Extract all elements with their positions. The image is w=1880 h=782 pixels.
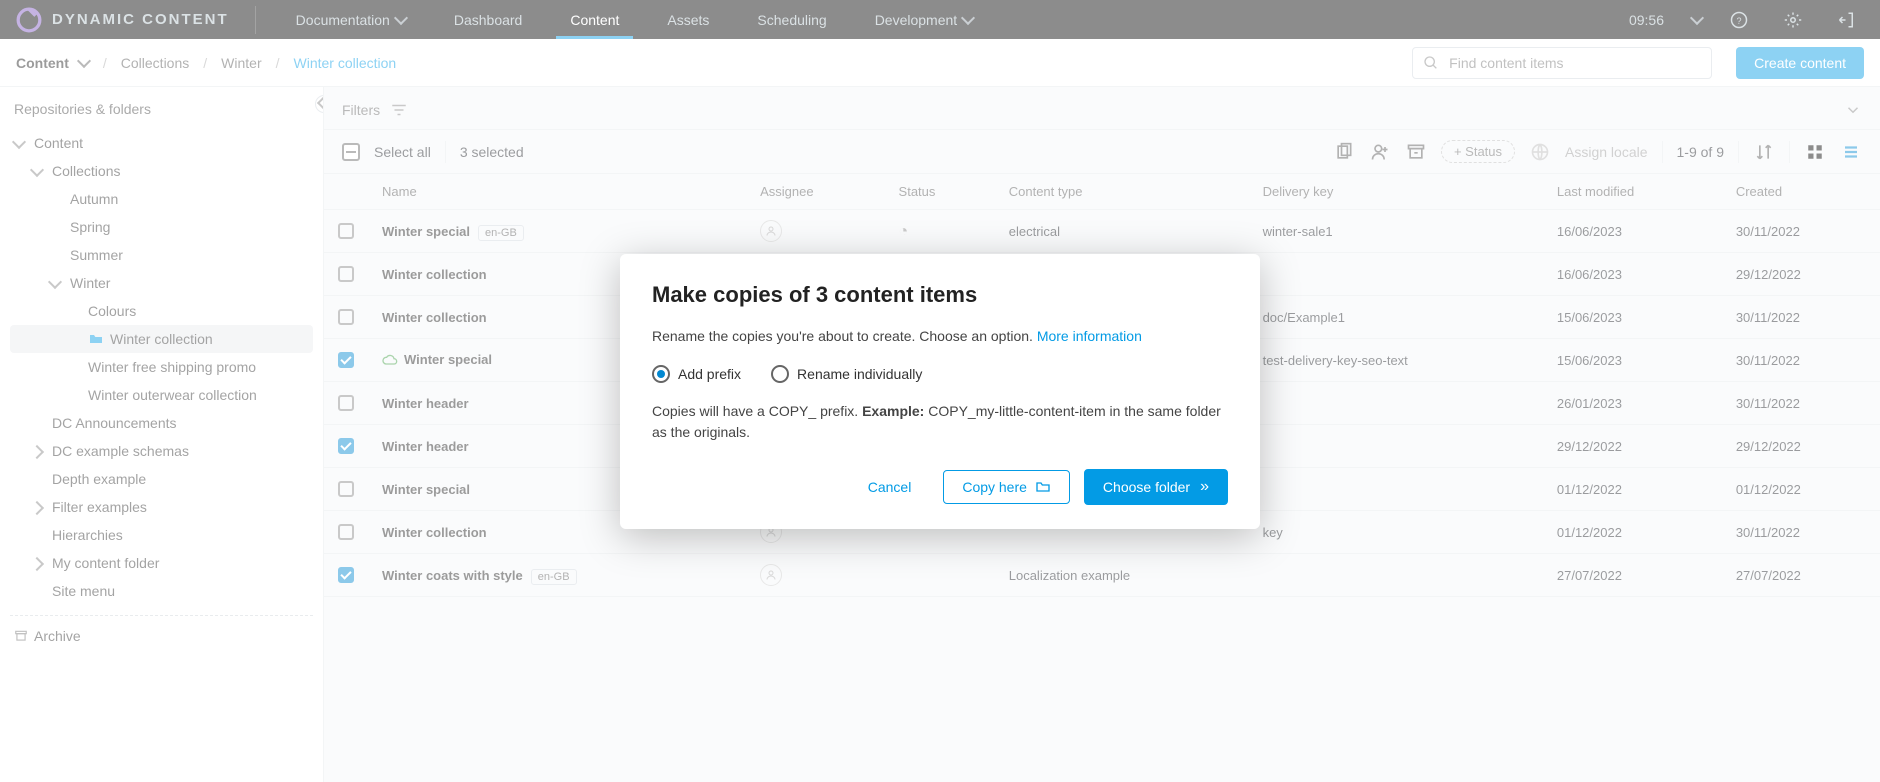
copy-here-label: Copy here bbox=[962, 479, 1027, 495]
modal-scrim: Make copies of 3 content items Rename th… bbox=[0, 0, 1880, 782]
choose-folder-label: Choose folder bbox=[1103, 479, 1190, 495]
modal-example-a: Copies will have a COPY_ prefix. bbox=[652, 403, 862, 419]
modal-example: Copies will have a COPY_ prefix. Example… bbox=[652, 401, 1228, 443]
radio-add-prefix-label: Add prefix bbox=[678, 366, 741, 382]
modal-more-info-link[interactable]: More information bbox=[1037, 328, 1142, 344]
folder-icon bbox=[1035, 479, 1051, 495]
modal-body: Rename the copies you're about to create… bbox=[652, 326, 1228, 347]
chevron-double-right-icon bbox=[1198, 478, 1209, 496]
modal-example-b: Example: bbox=[862, 403, 924, 419]
modal-body-text: Rename the copies you're about to create… bbox=[652, 328, 1037, 344]
modal-title: Make copies of 3 content items bbox=[652, 282, 1228, 308]
radio-dot-empty-icon bbox=[771, 365, 789, 383]
radio-rename-individually-label: Rename individually bbox=[797, 366, 922, 382]
copy-modal: Make copies of 3 content items Rename th… bbox=[620, 254, 1260, 529]
radio-dot-filled-icon bbox=[652, 365, 670, 383]
copy-here-button[interactable]: Copy here bbox=[943, 470, 1070, 504]
radio-add-prefix[interactable]: Add prefix bbox=[652, 365, 741, 383]
cancel-button[interactable]: Cancel bbox=[850, 471, 930, 503]
choose-folder-button[interactable]: Choose folder bbox=[1084, 469, 1228, 505]
radio-rename-individually[interactable]: Rename individually bbox=[771, 365, 922, 383]
